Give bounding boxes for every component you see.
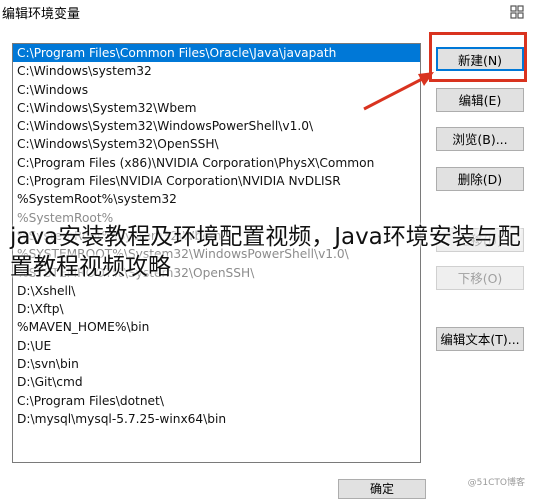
watermark: @51CTO博客 — [467, 478, 525, 488]
title-bar: 编辑环境变量 — [0, 0, 533, 26]
path-item[interactable]: C:\Program Files\NVIDIA Corporation\NVID… — [13, 172, 420, 190]
annotation-arrow-icon — [363, 72, 434, 111]
window-menu-icon[interactable] — [509, 4, 525, 20]
path-item[interactable]: C:\Program Files (x86)\NVIDIA Corporatio… — [13, 154, 420, 172]
path-item[interactable]: C:\Program Files\Common Files\Oracle\Jav… — [13, 44, 420, 63]
path-item[interactable]: %MAVEN_HOME%\bin — [13, 318, 420, 336]
path-item[interactable]: C:\Windows\System32\WindowsPowerShell\v1… — [13, 117, 420, 135]
overlay-caption: java安装教程及环境配置视频，Java环境安装与配置教程视频攻略 — [10, 224, 521, 280]
path-item[interactable]: D:\Git\cmd — [13, 373, 420, 391]
delete-button[interactable]: 删除(D) — [436, 167, 524, 191]
path-item[interactable]: D:\mysql\mysql-5.7.25-winx64\bin — [13, 410, 420, 428]
path-item[interactable]: C:\Program Files\dotnet\ — [13, 392, 420, 410]
path-item[interactable]: D:\Xftp\ — [13, 300, 420, 318]
path-item[interactable]: D:\UE — [13, 337, 420, 355]
window-title: 编辑环境变量 — [2, 7, 81, 22]
annotation-highlight-box — [429, 32, 527, 82]
edit-button[interactable]: 编辑(E) — [436, 88, 524, 112]
path-item[interactable]: C:\Windows\system32 — [13, 62, 420, 80]
path-item[interactable]: C:\Windows\System32\Wbem — [13, 99, 420, 117]
browse-button[interactable]: 浏览(B)... — [436, 127, 524, 151]
edit-text-button[interactable]: 编辑文本(T)... — [436, 327, 524, 351]
path-item[interactable]: D:\Xshell\ — [13, 282, 420, 300]
ok-button[interactable]: 确定 — [338, 479, 426, 499]
path-item[interactable]: C:\Windows\System32\OpenSSH\ — [13, 135, 420, 153]
path-item[interactable]: D:\svn\bin — [13, 355, 420, 373]
path-item[interactable]: %SystemRoot%\system32 — [13, 190, 420, 208]
path-item[interactable]: C:\Windows — [13, 81, 420, 99]
